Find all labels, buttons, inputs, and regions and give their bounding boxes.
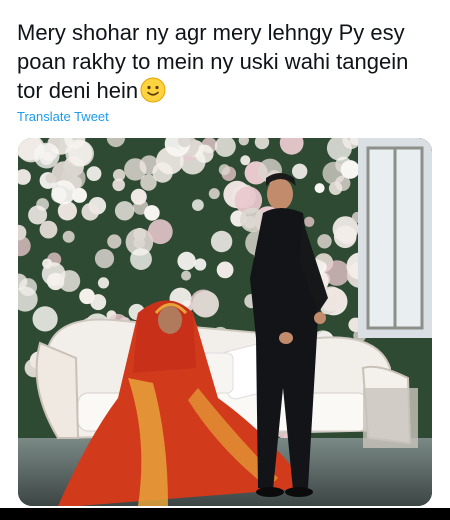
- flower-bloom: [130, 248, 152, 270]
- flower-bloom: [39, 220, 58, 239]
- side-table: [363, 388, 418, 448]
- flower-bloom: [86, 166, 102, 181]
- screen-bottom-edge: [0, 508, 450, 520]
- tweet-photo[interactable]: [18, 138, 432, 506]
- flower-bloom: [317, 234, 332, 249]
- flower-bloom: [33, 142, 60, 169]
- flower-bloom: [72, 187, 87, 203]
- flower-bloom: [333, 225, 357, 249]
- flower-bloom: [79, 288, 95, 305]
- flower-bloom: [42, 258, 53, 269]
- flower-bloom: [304, 216, 315, 227]
- flower-bloom: [177, 251, 196, 271]
- flower-bloom: [51, 180, 76, 205]
- flower-bloom: [32, 306, 58, 332]
- flower-bloom: [208, 188, 220, 200]
- translate-tweet-link[interactable]: Translate Tweet: [17, 109, 109, 124]
- flower-bloom: [147, 219, 173, 245]
- slightly-smiling-face-icon: [140, 77, 166, 103]
- flower-bloom: [314, 183, 325, 194]
- flower-bloom: [144, 205, 160, 221]
- tweet-text: Mery shohar ny agr mery lehngy Py esy po…: [17, 18, 437, 105]
- flower-bloom: [240, 155, 251, 166]
- flower-bloom: [58, 270, 81, 292]
- flower-bloom: [152, 162, 173, 183]
- flower-bloom: [68, 140, 94, 167]
- flower-bloom: [124, 158, 147, 181]
- flower-bloom: [218, 164, 230, 176]
- flower-bloom: [130, 188, 147, 205]
- flower-bloom: [114, 201, 135, 221]
- tweet-text-body: Mery shohar ny agr mery lehngy Py esy po…: [17, 20, 409, 103]
- flower-bloom: [107, 234, 122, 249]
- flower-bloom: [292, 163, 308, 179]
- flower-bloom: [94, 249, 115, 269]
- flower-bloom: [112, 178, 125, 192]
- flower-bloom: [192, 290, 220, 318]
- flower-bloom: [340, 160, 360, 179]
- flower-bloom: [192, 199, 204, 211]
- flower-bloom: [81, 203, 100, 221]
- flower-bloom: [194, 258, 207, 271]
- flower-bloom: [181, 270, 192, 281]
- flower-bloom: [57, 201, 77, 221]
- flower-bloom: [97, 277, 110, 289]
- flower-bloom: [210, 230, 233, 253]
- flower-bloom: [36, 198, 49, 211]
- flower-bloom: [62, 230, 75, 243]
- flower-bloom: [216, 261, 234, 279]
